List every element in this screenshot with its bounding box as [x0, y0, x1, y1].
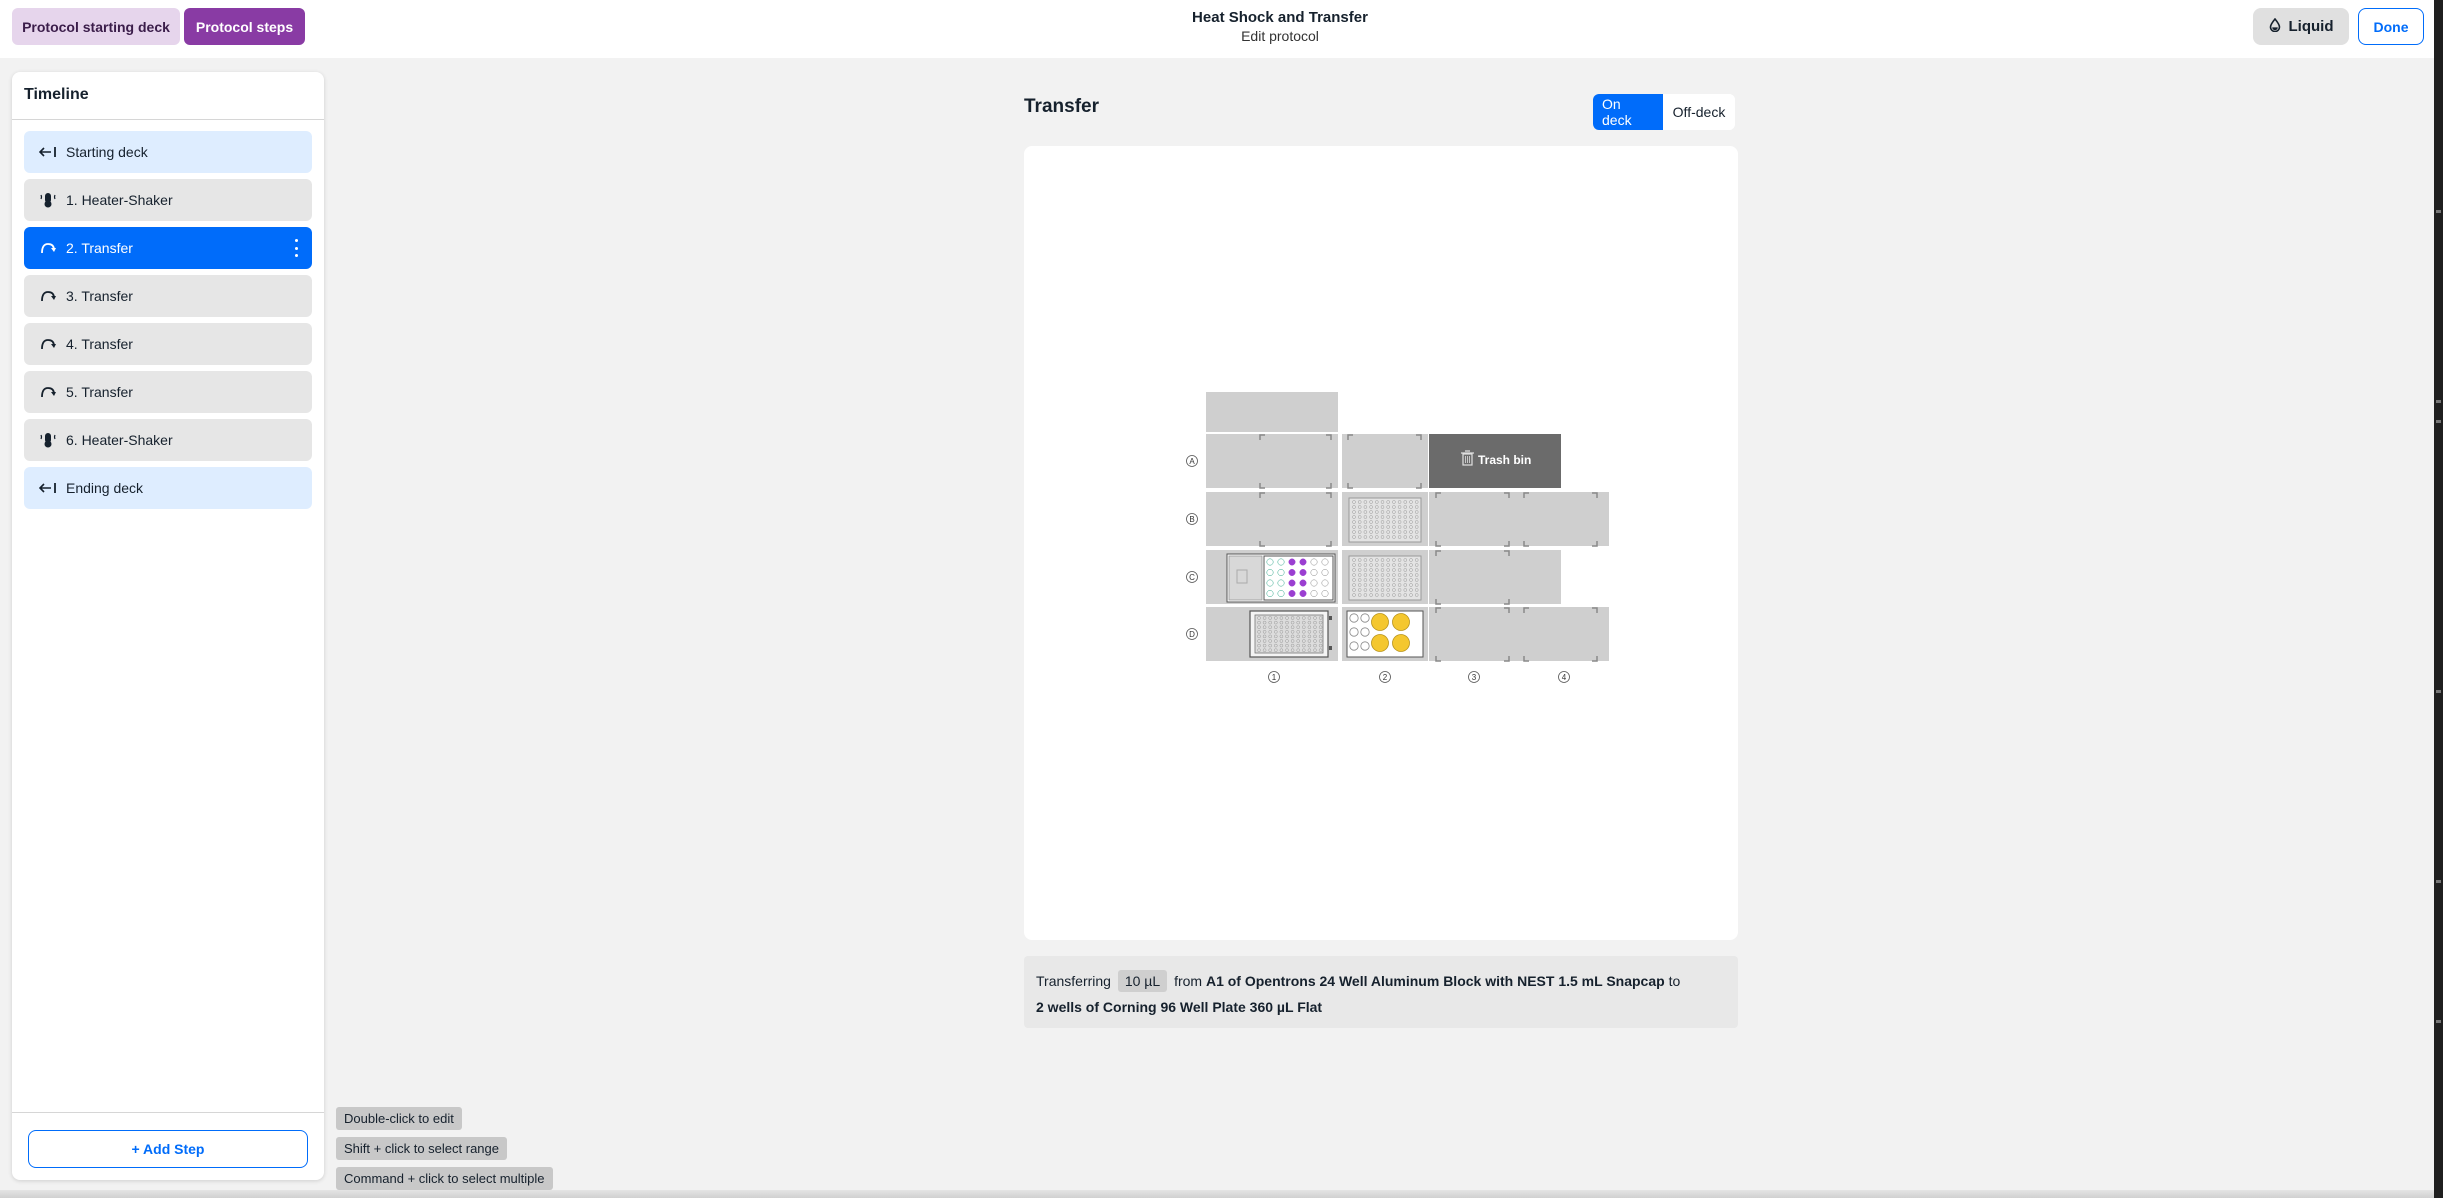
- arrow-left-bar-icon: [38, 478, 58, 498]
- transfer-curve-icon: [38, 334, 58, 354]
- transfer-prefix: Transferring: [1036, 973, 1111, 989]
- timeline-item-transfer-2[interactable]: 2. Transfer: [24, 227, 312, 269]
- timeline-item-label: 3. Transfer: [66, 288, 133, 304]
- toggle-off-deck[interactable]: Off-deck: [1663, 94, 1735, 130]
- deck-view-toggle: On deck Off-deck: [1593, 94, 1735, 130]
- timeline-item-label: 2. Transfer: [66, 240, 133, 256]
- overflow-menu-icon[interactable]: [294, 239, 298, 257]
- transfer-curve-icon: [38, 286, 58, 306]
- deck-map-panel: Trash bin A B C D 1 2 3 4: [1024, 146, 1738, 940]
- labware-plate-d1[interactable]: [1249, 610, 1332, 658]
- trash-icon: [1461, 450, 1474, 466]
- column-labels: 1 2 3 4: [1268, 671, 1570, 683]
- transfer-volume-badge: 10 µL: [1117, 970, 1168, 992]
- hint-command-click: Command + click to select multiple: [336, 1167, 553, 1190]
- window-bottom-edge: [0, 1190, 2434, 1198]
- well: [1299, 558, 1307, 566]
- well-filled: [1371, 613, 1389, 631]
- column-label-3: 3: [1472, 673, 1477, 682]
- tab-protocol-starting-deck[interactable]: Protocol starting deck: [12, 8, 180, 45]
- protocol-heading: Heat Shock and Transfer Edit protocol: [1080, 8, 1480, 46]
- well: [1299, 579, 1307, 587]
- well-filled: [1392, 613, 1410, 631]
- hint-double-click: Double-click to edit: [336, 1107, 462, 1130]
- timeline-sidebar: Timeline Starting deck 1. Heater-Shaker …: [12, 72, 324, 1180]
- deck-slot-c3[interactable]: [1429, 550, 1561, 604]
- timeline-item-label: 4. Transfer: [66, 336, 133, 352]
- timeline-item-starting-deck[interactable]: Starting deck: [24, 131, 312, 173]
- heater-shaker-icon: [38, 190, 58, 210]
- timeline-item-transfer-4[interactable]: 4. Transfer: [24, 323, 312, 365]
- window-edge-strip: [2434, 0, 2443, 1198]
- column-label-1: 1: [1272, 673, 1277, 682]
- hint-shift-click: Shift + click to select range: [336, 1137, 507, 1160]
- transfer-curve-icon: [38, 382, 58, 402]
- heater-shaker-icon: [38, 430, 58, 450]
- deck-slot-d3[interactable]: [1429, 607, 1519, 661]
- well: [1288, 569, 1296, 576]
- timeline-item-label: Ending deck: [66, 480, 144, 496]
- deck-slot-b1[interactable]: [1206, 492, 1338, 546]
- timeline-item-transfer-3[interactable]: 3. Transfer: [24, 275, 312, 317]
- timeline-item-heater-shaker-6[interactable]: 6. Heater-Shaker: [24, 419, 312, 461]
- protocol-title: Heat Shock and Transfer: [1192, 9, 1368, 26]
- transfer-source: A1 of Opentrons 24 Well Aluminum Block w…: [1205, 973, 1665, 989]
- deck-slot-a2[interactable]: [1342, 434, 1428, 488]
- deck-slot-b4[interactable]: [1519, 492, 1609, 546]
- sidebar-title: Timeline: [24, 86, 89, 103]
- transfer-curve-icon: [38, 238, 58, 258]
- toggle-on-deck[interactable]: On deck: [1593, 94, 1663, 130]
- trash-bin-label: Trash bin: [1478, 453, 1531, 467]
- module-heater-shaker-c1[interactable]: [1226, 553, 1336, 603]
- droplet-icon: [2269, 17, 2281, 36]
- deck-slot-a1[interactable]: [1206, 434, 1338, 488]
- well: [1299, 569, 1307, 576]
- deck-slot-b3[interactable]: [1429, 492, 1519, 546]
- deck-slot-d4[interactable]: [1519, 607, 1609, 661]
- transfer-destination: 2 wells of Corning 96 Well Plate 360 µL …: [1036, 999, 1323, 1015]
- well-filled: [1371, 634, 1389, 652]
- well: [1288, 558, 1296, 566]
- protocol-subtitle: Edit protocol: [1241, 28, 1319, 44]
- timeline-item-transfer-5[interactable]: 5. Transfer: [24, 371, 312, 413]
- row-label-d: D: [1189, 630, 1195, 639]
- liquid-label: Liquid: [2288, 18, 2334, 35]
- transfer-from-word: from: [1174, 973, 1203, 989]
- timeline-item-label: Starting deck: [66, 144, 148, 160]
- timeline-item-label: 1. Heater-Shaker: [66, 192, 173, 208]
- row-label-c: C: [1189, 573, 1195, 582]
- tab-protocol-steps[interactable]: Protocol steps: [184, 8, 305, 45]
- module-slot-top: [1206, 392, 1338, 432]
- well: [1288, 590, 1296, 597]
- timeline-item-ending-deck[interactable]: Ending deck: [24, 467, 312, 509]
- column-label-4: 4: [1562, 673, 1567, 682]
- transfer-to-word: to: [1668, 973, 1681, 989]
- well: [1288, 579, 1296, 587]
- column-label-2: 2: [1383, 673, 1388, 682]
- sidebar-footer-divider: [12, 1112, 324, 1113]
- row-labels: A B C D: [1186, 455, 1198, 640]
- add-step-button[interactable]: + Add Step: [28, 1130, 308, 1168]
- well: [1299, 590, 1307, 597]
- timeline-item-label: 6. Heater-Shaker: [66, 432, 173, 448]
- timeline-item-heater-shaker-1[interactable]: 1. Heater-Shaker: [24, 179, 312, 221]
- deck-map: Trash bin A B C D 1 2 3 4: [1186, 392, 1609, 683]
- sidebar-divider: [12, 119, 324, 120]
- top-header: Protocol starting deck Protocol steps He…: [0, 0, 2443, 58]
- done-button[interactable]: Done: [2358, 8, 2424, 45]
- arrow-left-bar-icon: [38, 142, 58, 162]
- liquid-button[interactable]: Liquid: [2253, 8, 2349, 45]
- transfer-summary: Transferring 10 µL from A1 of Opentrons …: [1024, 956, 1738, 1028]
- step-title: Transfer: [1024, 96, 1099, 117]
- labware-reservoir-d2[interactable]: [1346, 610, 1424, 658]
- labware-plate-b2[interactable]: [1348, 497, 1422, 543]
- labware-plate-c2[interactable]: [1348, 555, 1422, 601]
- well-filled: [1392, 634, 1410, 652]
- row-label-a: A: [1189, 457, 1195, 466]
- timeline-item-label: 5. Transfer: [66, 384, 133, 400]
- row-label-b: B: [1189, 515, 1194, 524]
